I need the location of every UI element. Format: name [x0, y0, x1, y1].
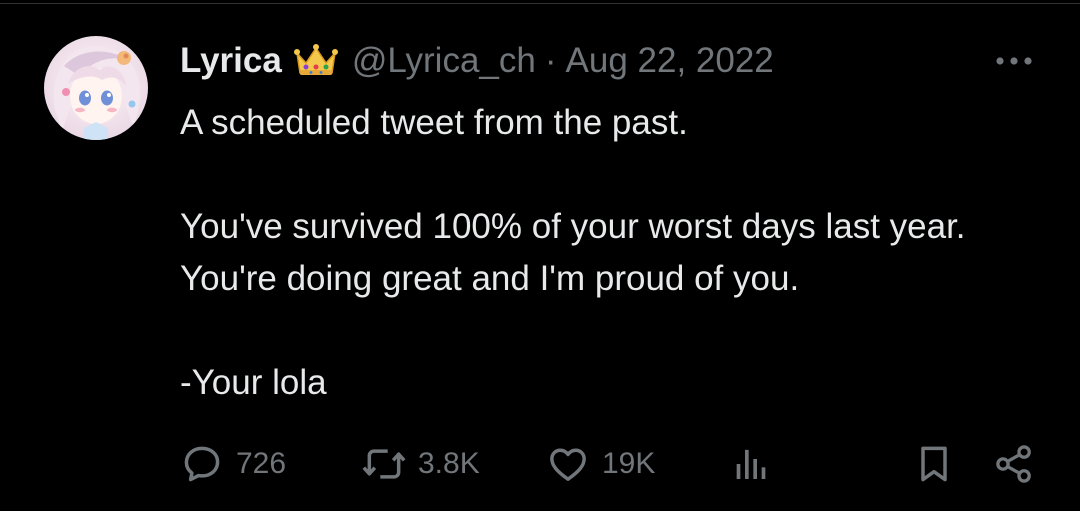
reply-count: 726	[236, 447, 287, 480]
tweet-meta: @Lyrica_ch · Aug 22, 2022	[352, 41, 774, 81]
tweet-header: Lyrica @Lyrica_ch · Aug 22, 2022	[180, 38, 774, 84]
action-bar: 726 3.8K 19K	[0, 442, 1080, 486]
bookmark-button[interactable]	[912, 442, 956, 486]
meta-separator: ·	[544, 41, 557, 80]
handle[interactable]: @Lyrica_ch	[352, 41, 536, 80]
more-options-icon[interactable]	[992, 50, 1036, 72]
retweet-icon	[362, 449, 406, 479]
share-button[interactable]	[992, 442, 1036, 486]
tweet-text-line-2: You've survived 100% of your worst days …	[180, 207, 966, 298]
analytics-icon	[736, 449, 766, 479]
retweet-button[interactable]: 3.8K	[360, 442, 480, 486]
bookmark-icon	[921, 446, 947, 482]
reply-button[interactable]: 726	[180, 442, 286, 486]
share-icon	[996, 445, 1031, 483]
like-button[interactable]: 19K	[546, 442, 655, 486]
tweet-text-line-1: A scheduled tweet from the past.	[180, 103, 688, 142]
timestamp[interactable]: Aug 22, 2022	[566, 41, 774, 80]
like-count: 19K	[602, 447, 656, 480]
heart-icon	[550, 448, 586, 481]
tweet-text-line-3: -Your lola	[180, 363, 327, 402]
reply-icon	[184, 446, 220, 482]
tweet[interactable]: Lyrica @Lyrica_ch · Aug 22, 2022 A sched…	[0, 0, 1080, 511]
views-button[interactable]	[730, 442, 770, 486]
tweet-text: A scheduled tweet from the past. You've …	[180, 97, 1040, 409]
display-name[interactable]: Lyrica	[180, 41, 282, 81]
retweet-count: 3.8K	[418, 447, 480, 480]
crown-emoji-icon	[293, 43, 338, 79]
avatar[interactable]	[44, 36, 148, 140]
